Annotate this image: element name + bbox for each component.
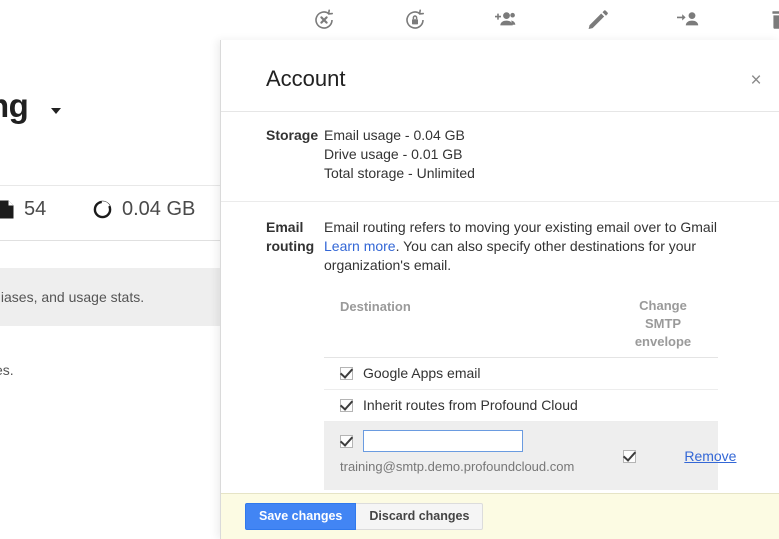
account-dialog: Account × Storage Email usage - 0.04 GB … — [220, 40, 779, 539]
table-row: Google Apps email — [324, 358, 718, 390]
storage-lines: Email usage - 0.04 GB Drive usage - 0.01… — [324, 126, 762, 183]
destination-input[interactable] — [363, 430, 523, 452]
close-icon[interactable]: × — [742, 66, 770, 94]
user-summary-header: ng — [0, 40, 223, 186]
email-routing-section-label: Email routing — [221, 218, 324, 523]
routing-table: Destination Change SMTP envelope Google … — [324, 297, 736, 490]
routing-destination-cell: Google Apps email — [324, 364, 608, 383]
email-routing-description: Email routing refers to moving your exis… — [324, 218, 718, 275]
email-routing-desc-part1: Email routing refers to moving your exis… — [324, 219, 717, 235]
dialog-header: Account × — [221, 40, 779, 112]
user-info-note-text: aliases, and usage stats. — [0, 289, 145, 305]
chevron-down-icon[interactable] — [51, 108, 61, 114]
change-smtp-envelope-checkbox[interactable] — [622, 449, 636, 463]
column-header-destination: Destination — [340, 299, 411, 314]
user-summary-card: ng 54 0.04 GB — [0, 40, 224, 241]
learn-more-link[interactable]: Learn more — [324, 238, 396, 254]
storage-section: Storage Email usage - 0.04 GB Drive usag… — [221, 112, 779, 202]
custom-smtp-cell — [574, 449, 684, 463]
column-header-smtp-line3: envelope — [634, 334, 692, 349]
routing-destination-label: Google Apps email — [363, 365, 481, 381]
routing-destination-cell: Inherit routes from Profound Cloud — [324, 396, 608, 415]
storage-section-body: Email usage - 0.04 GB Drive usage - 0.01… — [324, 126, 779, 183]
column-header-smtp-envelope: Change SMTP envelope — [608, 297, 718, 351]
docs-count: 54 — [24, 198, 47, 220]
storage-gauge-icon — [93, 200, 112, 219]
drive-stat: 0.04 GB — [93, 198, 195, 221]
user-name: ng — [0, 87, 29, 124]
document-icon — [0, 200, 14, 219]
docs-stat: 54 — [0, 198, 46, 221]
storage-section-label: Storage — [266, 127, 319, 143]
email-routing-label-line1: Email — [266, 219, 304, 235]
email-routing-label-line2: routing — [266, 238, 315, 254]
routing-table-header: Destination Change SMTP envelope — [324, 297, 718, 358]
column-header-smtp-line1: Change — [639, 298, 687, 313]
routing-destination-label: Inherit routes from Profound Cloud — [363, 397, 578, 413]
user-info-note: aliases, and usage stats. — [0, 268, 222, 326]
storage-total: Total storage - Unlimited — [324, 165, 475, 181]
save-button[interactable]: Save changes — [245, 503, 357, 530]
column-header-smtp-line2: SMTP — [644, 316, 682, 331]
move-user-icon[interactable] — [674, 6, 702, 34]
add-user-icon[interactable] — [492, 6, 520, 34]
destination-hint: training@smtp.demo.profoundcloud.com — [340, 459, 575, 474]
dialog-title: Account — [266, 66, 346, 91]
discard-button[interactable]: Discard changes — [356, 503, 484, 530]
user-info-note-secondary-text: ces. — [0, 362, 14, 378]
storage-drive-usage: Drive usage - 0.01 GB — [324, 146, 463, 162]
google-apps-email-checkbox[interactable] — [340, 367, 353, 380]
top-toolbar: ? — [0, 0, 779, 41]
email-routing-section: Email routing Email routing refers to mo… — [221, 202, 779, 539]
suspend-user-icon[interactable] — [401, 6, 429, 34]
user-stats-row: 54 0.04 GB — [0, 186, 223, 240]
user-info-note-secondary: ces. — [0, 362, 222, 378]
custom-destination-cell: training@smtp.demo.profoundcloud.com — [324, 430, 574, 476]
reset-password-icon[interactable] — [310, 6, 338, 34]
table-row: Inherit routes from Profound Cloud — [324, 390, 718, 422]
edit-user-icon[interactable] — [583, 6, 611, 34]
email-routing-section-body: Email routing refers to moving your exis… — [324, 218, 779, 523]
delete-user-icon[interactable] — [765, 6, 779, 34]
storage-email-usage: Email usage - 0.04 GB — [324, 127, 465, 143]
remove-destination-link[interactable]: Remove — [684, 448, 736, 464]
custom-destination-checkbox[interactable] — [340, 434, 353, 448]
save-bar: Save changes Discard changes — [221, 493, 779, 539]
custom-destination-input-row — [340, 430, 523, 452]
drive-usage: 0.04 GB — [122, 198, 196, 220]
toolbar-icon-group: ? — [310, 0, 779, 40]
table-row-custom-destination: training@smtp.demo.profoundcloud.com Rem… — [324, 422, 736, 490]
inherit-routes-checkbox[interactable] — [340, 399, 353, 412]
custom-action-cell: Remove — [684, 447, 758, 466]
